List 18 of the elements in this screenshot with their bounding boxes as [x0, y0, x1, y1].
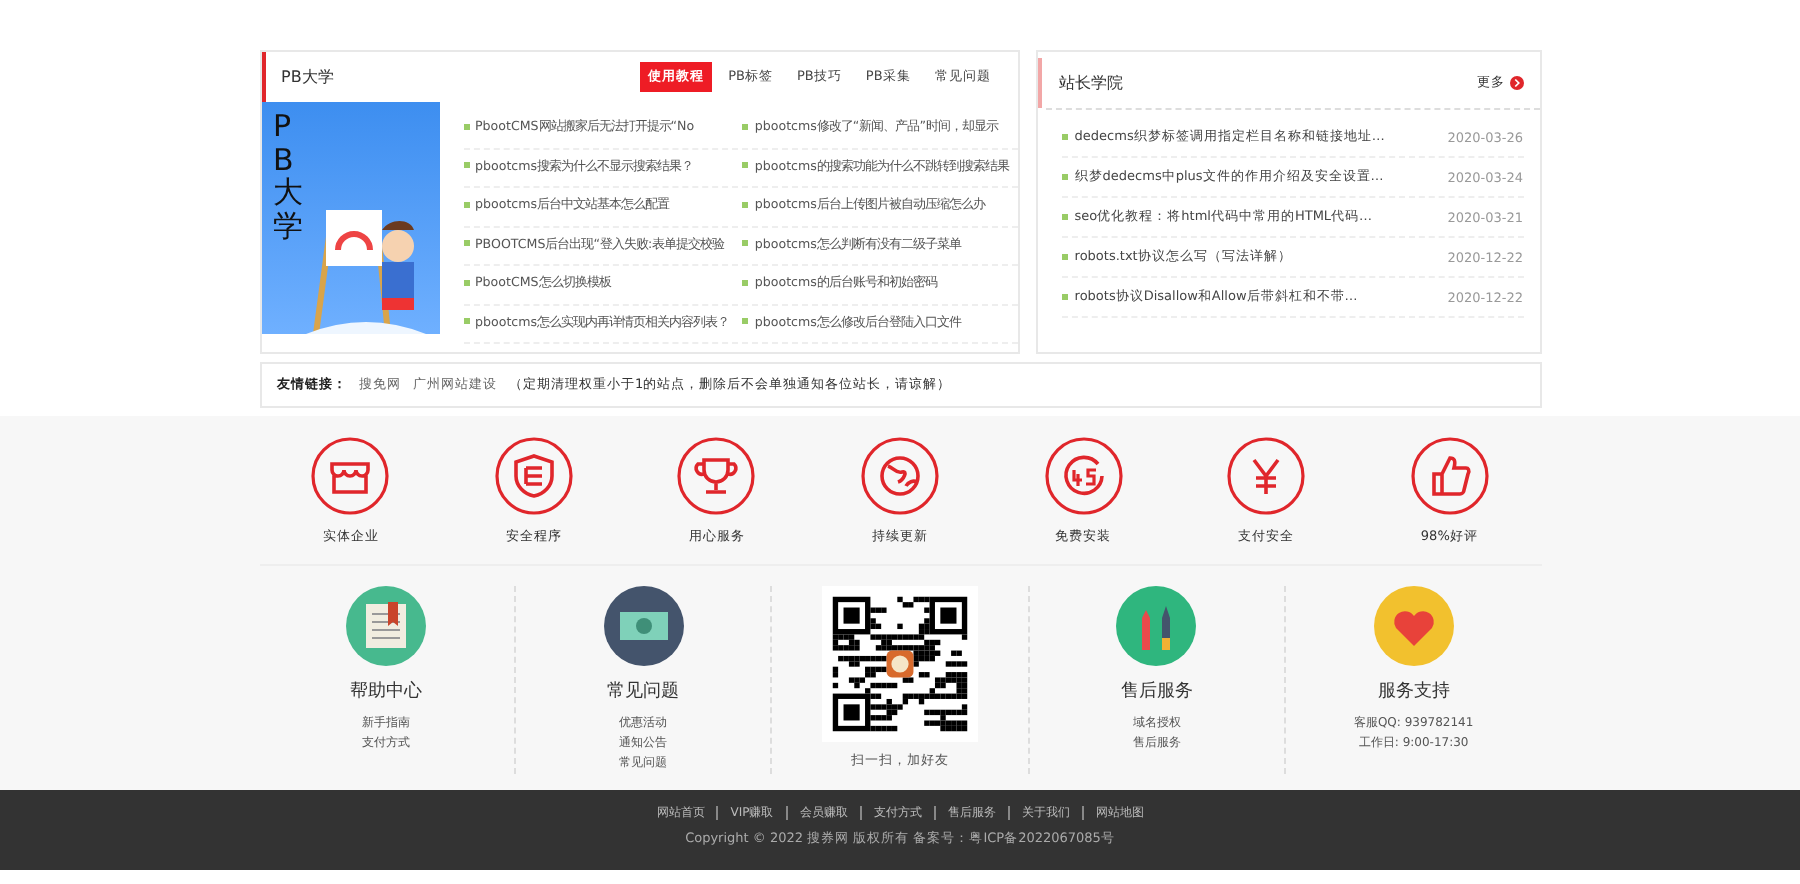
shield-icon	[493, 436, 574, 516]
panel-title: PB大学	[281, 66, 336, 88]
yen-icon	[1226, 436, 1307, 516]
service-title: 帮助中心	[350, 679, 423, 704]
money-icon	[603, 586, 684, 666]
service-title: 服务支持	[1377, 679, 1450, 704]
thumb-icon	[1409, 436, 1490, 516]
arrow-circle-icon	[1509, 76, 1523, 90]
panel-title: 站长学院	[1058, 72, 1125, 94]
service-title: 售后服务	[1120, 679, 1193, 704]
clock45-icon	[1043, 436, 1124, 516]
globe-icon	[859, 436, 940, 516]
book-icon	[346, 586, 427, 666]
service-title: 常见问题	[607, 679, 680, 704]
pens-icon	[1116, 586, 1197, 666]
illustration-drawing: PB大学	[261, 102, 439, 334]
trophy-icon	[676, 436, 757, 516]
store-icon	[310, 436, 391, 516]
